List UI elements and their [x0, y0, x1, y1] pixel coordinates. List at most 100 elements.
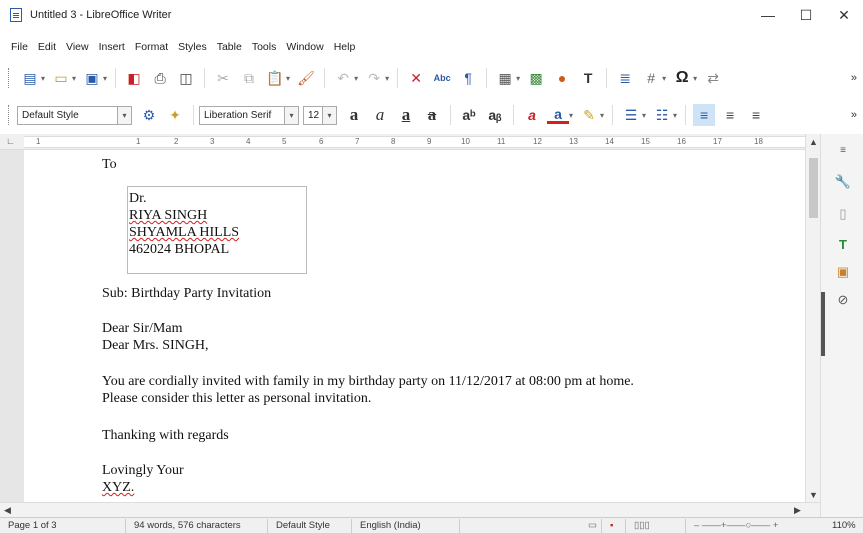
- bullet-list-icon[interactable]: ☰: [620, 104, 642, 126]
- open-folder-icon[interactable]: ▭: [50, 67, 72, 89]
- chevron-down-icon[interactable]: ▾: [72, 74, 76, 83]
- toolbar-overflow-icon[interactable]: »: [851, 72, 857, 84]
- chevron-down-icon[interactable]: ▾: [322, 106, 336, 124]
- strikethrough-icon[interactable]: a: [421, 104, 443, 126]
- page-count[interactable]: Page 1 of 3: [0, 518, 126, 533]
- scroll-left-icon[interactable]: ◀: [0, 503, 15, 518]
- align-left-icon[interactable]: ≡: [693, 104, 716, 126]
- menu-insert[interactable]: Insert: [94, 38, 130, 56]
- font-color-icon[interactable]: a: [547, 106, 569, 124]
- document-modified-icon[interactable]: ▪: [602, 518, 626, 533]
- font-size-select[interactable]: 12 ▾: [303, 105, 337, 125]
- menu-styles[interactable]: Styles: [173, 38, 212, 56]
- menu-window[interactable]: Window: [281, 38, 328, 56]
- chevron-down-icon[interactable]: ▾: [286, 74, 290, 83]
- zoom-slider[interactable]: – ——+——○—— +: [686, 519, 824, 533]
- special-character-icon[interactable]: Ω: [671, 67, 693, 89]
- superscript-icon[interactable]: aᵇ: [458, 104, 480, 126]
- chevron-down-icon[interactable]: ▾: [569, 111, 573, 120]
- chevron-down-icon[interactable]: ▾: [354, 74, 358, 83]
- formatting-marks-icon[interactable]: ¶: [457, 67, 479, 89]
- gallery-icon[interactable]: ▣: [833, 262, 853, 282]
- word-count[interactable]: 94 words, 576 characters: [126, 518, 268, 533]
- chevron-down-icon[interactable]: ▾: [693, 74, 697, 83]
- horizontal-ruler[interactable]: ∟ 1 1 2 3 4 5 6 7 8 9 10 11 12 13 14 15 …: [0, 134, 805, 150]
- export-pdf-icon[interactable]: ◧: [123, 67, 145, 89]
- insert-textbox-icon[interactable]: T: [577, 67, 599, 89]
- redo-icon[interactable]: ↷: [363, 67, 385, 89]
- spelling-icon[interactable]: Abc: [431, 67, 453, 89]
- page-icon[interactable]: ▯: [833, 204, 853, 224]
- undo-icon[interactable]: ↶: [332, 67, 354, 89]
- sidebar-menu-icon[interactable]: ≡: [833, 140, 853, 160]
- update-style-icon[interactable]: ⚙: [138, 104, 160, 126]
- font-name-select[interactable]: Liberation Serif ▾: [199, 105, 299, 125]
- toolbar-overflow-icon[interactable]: »: [851, 109, 857, 121]
- properties-icon[interactable]: 🔧: [833, 172, 853, 192]
- menu-help[interactable]: Help: [329, 38, 361, 56]
- chevron-down-icon[interactable]: ▾: [103, 74, 107, 83]
- chevron-down-icon[interactable]: ▾: [642, 111, 646, 120]
- align-right-icon[interactable]: ≡: [745, 104, 767, 126]
- print-icon[interactable]: ⎙: [149, 67, 171, 89]
- close-button[interactable]: ✕: [825, 0, 863, 30]
- toolbar-grip[interactable]: [8, 105, 11, 125]
- scroll-right-icon[interactable]: ▶: [790, 503, 805, 518]
- italic-icon[interactable]: a: [369, 104, 391, 126]
- insert-field-icon[interactable]: #: [640, 67, 662, 89]
- maximize-button[interactable]: ☐: [787, 0, 825, 30]
- paste-icon[interactable]: 📋: [264, 67, 286, 89]
- chevron-down-icon[interactable]: ▾: [284, 106, 298, 124]
- print-preview-icon[interactable]: ◫: [175, 67, 197, 89]
- numbered-list-icon[interactable]: ☷: [651, 104, 673, 126]
- find-replace-icon[interactable]: ✕: [405, 67, 427, 89]
- scroll-down-icon[interactable]: ▼: [806, 487, 821, 502]
- highlight-color-icon[interactable]: ✎: [578, 104, 600, 126]
- page-style[interactable]: Default Style: [268, 518, 352, 533]
- document-page[interactable]: To Dr. RIYA SINGH SHYAMLA HILLS 462024 B…: [24, 150, 805, 502]
- scroll-up-icon[interactable]: ▲: [806, 134, 821, 149]
- chevron-down-icon[interactable]: ▾: [385, 74, 389, 83]
- paragraph-style-select[interactable]: Default Style ▾: [17, 105, 132, 125]
- clear-formatting-icon[interactable]: a: [521, 104, 543, 126]
- underline-icon[interactable]: a: [395, 104, 417, 126]
- copy-icon[interactable]: ⧉: [238, 67, 260, 89]
- chevron-down-icon[interactable]: ▾: [117, 106, 131, 124]
- menu-file[interactable]: File: [6, 38, 33, 56]
- page-break-icon[interactable]: ≣: [614, 67, 636, 89]
- save-icon[interactable]: ▣: [81, 67, 103, 89]
- chevron-down-icon[interactable]: ▾: [673, 111, 677, 120]
- align-center-icon[interactable]: ≡: [719, 104, 741, 126]
- insert-table-icon[interactable]: ▦: [494, 67, 516, 89]
- new-document-icon[interactable]: ▤: [19, 67, 41, 89]
- clone-formatting-icon[interactable]: 🖌: [295, 67, 317, 89]
- bold-icon[interactable]: a: [343, 104, 365, 126]
- new-style-icon[interactable]: ✦: [164, 104, 186, 126]
- language[interactable]: English (India): [352, 518, 460, 533]
- tab-stop-type-icon[interactable]: ∟: [6, 136, 15, 146]
- zoom-level[interactable]: 110%: [824, 519, 862, 533]
- chevron-down-icon[interactable]: ▾: [516, 74, 520, 83]
- insert-image-icon[interactable]: ▩: [525, 67, 547, 89]
- menu-tools[interactable]: Tools: [247, 38, 282, 56]
- vertical-scrollbar[interactable]: ▲ ▼: [805, 134, 820, 502]
- styles-icon[interactable]: T: [833, 234, 853, 254]
- view-layout-icon[interactable]: ▯▯▯: [626, 518, 686, 533]
- minimize-button[interactable]: —: [749, 0, 787, 30]
- track-changes-icon[interactable]: ⇄: [702, 67, 724, 89]
- chevron-down-icon[interactable]: ▾: [600, 111, 604, 120]
- menu-edit[interactable]: Edit: [33, 38, 61, 56]
- chevron-down-icon[interactable]: ▾: [41, 74, 45, 83]
- menu-format[interactable]: Format: [130, 38, 173, 56]
- cut-icon[interactable]: ✂: [212, 67, 234, 89]
- subscript-icon[interactable]: aᵦ: [484, 104, 506, 126]
- navigator-icon[interactable]: ⊘: [833, 290, 853, 310]
- sidebar-collapse-handle[interactable]: [821, 292, 825, 356]
- toolbar-grip[interactable]: [8, 68, 11, 88]
- menu-view[interactable]: View: [61, 38, 94, 56]
- chevron-down-icon[interactable]: ▾: [662, 74, 666, 83]
- menu-table[interactable]: Table: [212, 38, 247, 56]
- vertical-scroll-thumb[interactable]: [809, 158, 818, 218]
- horizontal-scrollbar[interactable]: ◀ ▶: [0, 502, 820, 517]
- insert-mode-icon[interactable]: ▭: [580, 518, 602, 533]
